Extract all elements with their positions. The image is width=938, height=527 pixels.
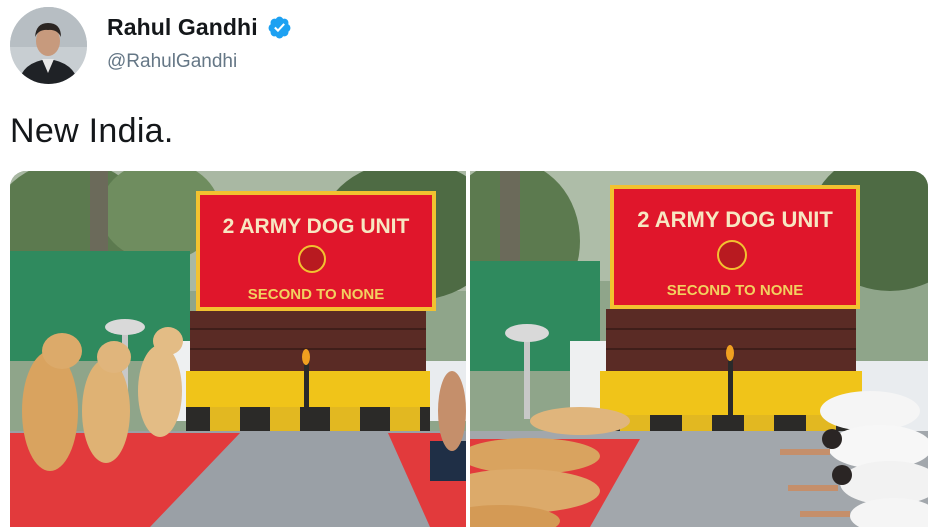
sign-motto-left: SECOND TO NONE	[248, 286, 384, 303]
media-photo-left[interactable]: 2 ARMY DOG UNIT SECOND TO NONE	[10, 171, 466, 527]
media-photo-right[interactable]: 2 ARMY DOG UNIT SECOND TO NONE	[470, 171, 928, 527]
author-handle[interactable]: @RahulGandhi	[107, 51, 237, 73]
army-dogs-bowing-photo: 2 ARMY DOG UNIT SECOND TO NONE	[470, 171, 928, 527]
sign-motto-right: SECOND TO NONE	[667, 282, 803, 299]
avatar-portrait	[10, 7, 87, 84]
verified-badge-icon	[268, 16, 291, 39]
army-dogs-sitting-photo: 2 ARMY DOG UNIT SECOND TO NONE	[10, 171, 466, 527]
sign-title-right: 2 ARMY DOG UNIT	[637, 207, 833, 232]
author-avatar[interactable]	[10, 7, 87, 84]
tweet-text: New India.	[10, 112, 174, 150]
author-name-row: Rahul Gandhi	[107, 14, 292, 41]
author-name[interactable]: Rahul Gandhi	[107, 14, 258, 41]
tweet-media[interactable]: 2 ARMY DOG UNIT SECOND TO NONE 2 ARMY DO…	[10, 171, 928, 527]
sign-title-left: 2 ARMY DOG UNIT	[223, 215, 410, 238]
